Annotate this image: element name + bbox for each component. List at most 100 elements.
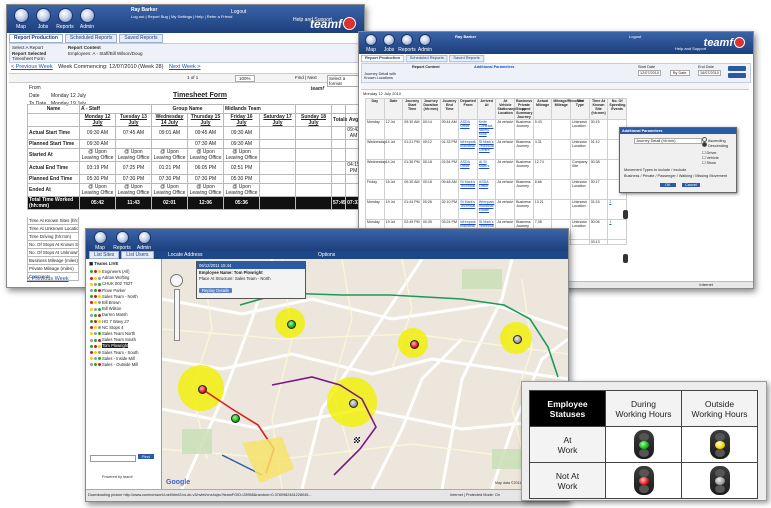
journey-cell: 01:15 [588, 199, 609, 220]
tree-item[interactable]: Sales Team South [90, 337, 136, 342]
tab-scheduled-reports[interactable]: Scheduled Reports [64, 34, 118, 43]
tree-item[interactable]: Sales Team North [90, 331, 135, 336]
header-links[interactable]: Log out | Report Bug | My Settings | Hel… [131, 14, 232, 19]
summary-row-label: Time At Known Sites (hh:mm) [27, 217, 79, 225]
admin-icon [79, 8, 95, 23]
map-canvas[interactable]: 06/12/2011 15:44 Employee Name: Tom Plow… [162, 259, 568, 489]
journey-cell[interactable]: Knife Contract, Ninety Kilns [476, 119, 497, 140]
tab-scheduled-reports[interactable]: Scheduled Reports [405, 55, 448, 63]
replay-details-button[interactable]: Replay Details [199, 288, 232, 293]
run-report-button[interactable] [728, 66, 746, 71]
report-logo: teamf [311, 86, 324, 92]
tree-item[interactable]: Adrian Wofting [90, 275, 129, 280]
employee-status-legend: Employee Statuses During Working Hours Out… [521, 381, 767, 501]
movement-types[interactable]: Business / Private / Passenger / Walking… [624, 174, 727, 178]
find-button[interactable]: Find [138, 454, 154, 459]
tab-report-production[interactable]: Report Production [9, 34, 63, 43]
tree-item[interactable]: CHUK 002 7827 [90, 281, 133, 286]
journey-cell[interactable]: ASDA Office [476, 179, 497, 200]
zoom-select[interactable]: 100% [235, 75, 255, 82]
journey-cell[interactable]: St Mark's Technical [458, 179, 478, 200]
vehicle-marker-icon[interactable] [231, 414, 240, 423]
pan-control-icon[interactable] [170, 274, 183, 287]
tree-item[interactable]: Bill Brown [90, 300, 121, 305]
nav-reports-button[interactable]: Reports [112, 231, 132, 251]
tree-item[interactable]: Sales - Outside Mill [90, 362, 138, 367]
journey-cell[interactable]: ASDA Office [458, 159, 478, 180]
status-dots-icon [90, 331, 102, 336]
vehicle-info-popup: 06/12/2011 15:44 Employee Name: Tom Plow… [196, 261, 306, 299]
tree-item[interactable]: Flove Parker [90, 288, 126, 293]
nav-jobs-button[interactable]: Jobs [33, 8, 53, 30]
journey-cell[interactable]: At St Mark's [476, 159, 497, 180]
find-input[interactable] [90, 455, 136, 462]
nav-reports-button[interactable]: Reports [397, 34, 417, 53]
bottom-previous-week-link[interactable]: < Previous Week [27, 276, 69, 282]
end-date-input[interactable]: 16/07/2010 [698, 70, 722, 76]
journey-cell[interactable]: Wrenpark Industrial Estate [476, 199, 497, 220]
nav-admin-button[interactable]: Admin [77, 8, 97, 30]
start-date-input[interactable]: 12/07/2010 [638, 70, 662, 76]
help-link[interactable]: Help and Support [675, 46, 706, 51]
tree-item[interactable]: Bill Wilson [90, 306, 121, 311]
tree-item[interactable]: Darren Marsh [90, 312, 128, 317]
tab-report-production[interactable]: Report Production [361, 55, 405, 63]
journey-cell[interactable]: St Mark's Technical Centre [476, 139, 497, 160]
journey-column-header: Actual Mileage [532, 98, 553, 120]
nav-admin-button[interactable]: Admin [415, 34, 435, 53]
tab-list-users[interactable]: List Users [121, 251, 154, 259]
tree-item[interactable]: Sales Team - South [90, 350, 138, 355]
additional-parameters-panel: Additional Parameters Journey Detail (hh… [619, 127, 737, 193]
previous-week-link[interactable]: < Previous Week [11, 64, 53, 70]
panel-ok-button[interactable]: OK [660, 183, 676, 187]
tree-item[interactable]: Sales Team - North [90, 294, 138, 299]
journey-cell: Wednesday [365, 159, 386, 180]
legend-col1-line1: During [630, 398, 657, 409]
zoom-slider[interactable] [174, 289, 180, 341]
journey-cell: 01:44 PM [402, 199, 422, 220]
journey-cell: 00:18 [420, 179, 441, 200]
nav-map-button[interactable]: Map [361, 34, 381, 53]
tab-saved-reports[interactable]: Saved Reports [449, 55, 484, 63]
vehicle-marker-icon[interactable] [198, 385, 207, 394]
tree-item[interactable]: NC Stops 4 [90, 325, 123, 330]
range-select[interactable]: By Date [670, 70, 690, 76]
nav-admin-button[interactable]: Admin [134, 231, 154, 251]
total-site-time: 03:13 [588, 239, 609, 245]
options-menu[interactable]: Options [318, 252, 335, 258]
checkbox-show[interactable]: ☐ Show [702, 160, 716, 165]
vehicle-marker-icon[interactable] [513, 335, 522, 344]
timesheet-cell: 09:30 AM [79, 126, 116, 140]
tree-item[interactable]: Sales - Inside Mill [90, 356, 135, 361]
panel-cancel-button[interactable]: Cancel [682, 183, 700, 187]
tree-item[interactable]: HG 7 Wavy 27 [90, 319, 129, 324]
journey-cell[interactable]: Wrenpark Industrial [458, 139, 478, 160]
additional-params-link[interactable]: Additional Parameters [474, 65, 514, 69]
nav-map-button[interactable]: Map [11, 8, 31, 30]
vehicle-marker-icon[interactable] [287, 320, 296, 329]
journey-cell: 12.74 [532, 159, 553, 180]
next-week-link[interactable]: Next Week > [169, 64, 201, 70]
journey-cell[interactable]: St Mark's Technical [458, 199, 478, 220]
journey-cell[interactable]: ASDA Office [458, 119, 478, 140]
vehicle-marker-icon[interactable] [410, 340, 419, 349]
start-date-label: Start Date [638, 65, 656, 69]
tree-item[interactable]: Tom Plowright [90, 343, 129, 349]
panel-sort-select[interactable]: Journey Detail (hh:mm) [634, 138, 702, 144]
nav-reports-button[interactable]: Reports [55, 8, 75, 30]
locate-address-link[interactable]: Locate Address [168, 252, 202, 258]
radio-descending[interactable]: Descending [702, 142, 728, 148]
tab-saved-reports[interactable]: Saved Reports [119, 34, 163, 43]
export-format-select[interactable]: Select a format [327, 75, 359, 87]
export-report-button[interactable] [728, 73, 746, 78]
select-report-label[interactable]: Select A Report [12, 45, 43, 50]
nav-map-button[interactable]: Map [90, 231, 110, 251]
tab-list-sites[interactable]: List Sites [89, 251, 120, 259]
logout-link[interactable]: Logout [629, 34, 641, 39]
tree-item[interactable]: Engineers (All) [90, 269, 129, 274]
timesheet-cell [259, 183, 297, 197]
nav-jobs-button[interactable]: Jobs [379, 34, 399, 53]
logout-link[interactable]: Logout [231, 9, 246, 15]
find-next[interactable]: Find | Next [295, 75, 317, 80]
vehicle-marker-icon[interactable] [349, 399, 358, 408]
